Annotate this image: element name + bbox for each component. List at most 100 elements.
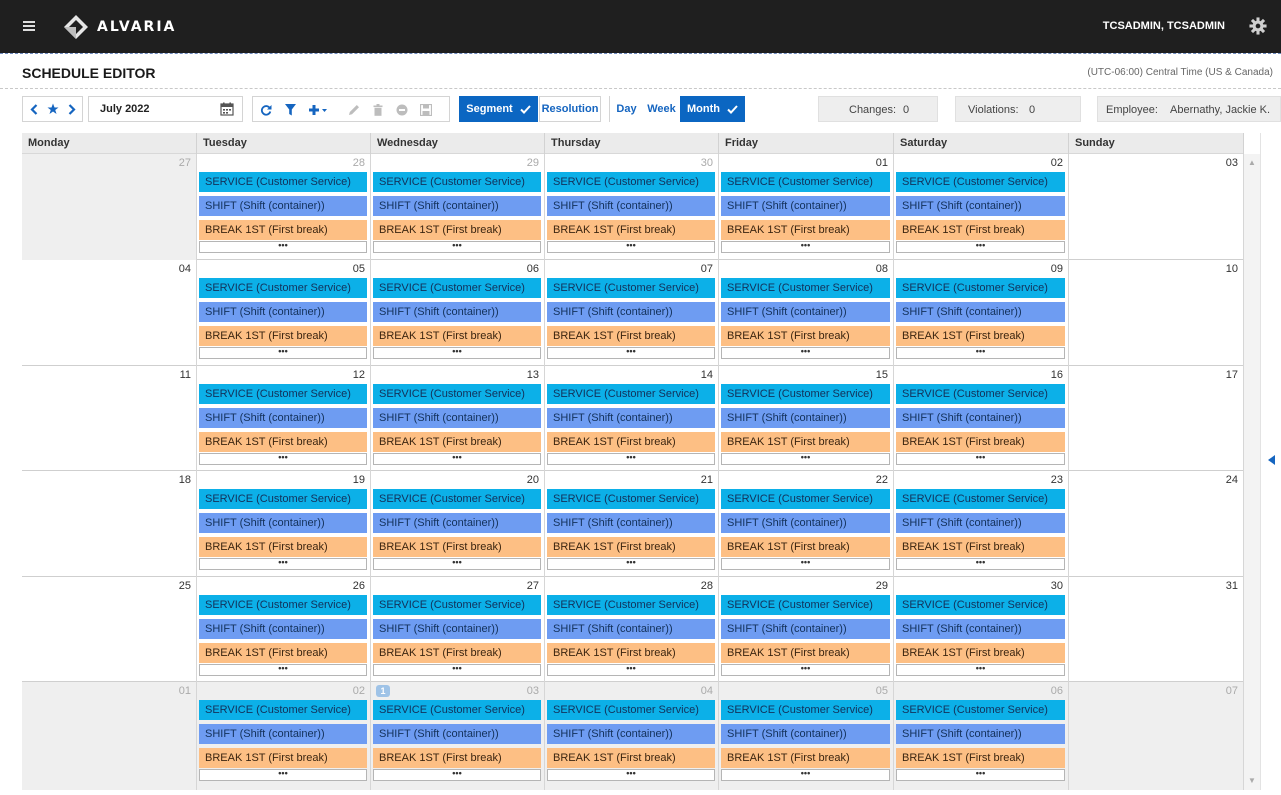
day-cell[interactable]: 15 SERVICE (Customer Service) SHIFT (Shift… bbox=[719, 366, 894, 471]
menu-icon[interactable] bbox=[23, 19, 39, 35]
shift-segment[interactable]: SHIFT (Shift (container)) bbox=[373, 196, 541, 216]
break-segment[interactable]: BREAK 1ST (First break) bbox=[547, 537, 715, 557]
refresh-icon[interactable] bbox=[255, 97, 277, 123]
more-segments-button[interactable]: ••• bbox=[896, 347, 1065, 359]
shift-segment[interactable]: SHIFT (Shift (container)) bbox=[721, 513, 890, 533]
calendar-scrollbar[interactable]: ▲ ▼ bbox=[1244, 154, 1260, 790]
scroll-down-icon[interactable]: ▼ bbox=[1247, 776, 1257, 786]
day-cell[interactable]: 29 SERVICE (Customer Service) SHIFT (Shift… bbox=[719, 577, 894, 682]
more-segments-button[interactable]: ••• bbox=[373, 241, 541, 253]
more-segments-button[interactable]: ••• bbox=[373, 664, 541, 676]
shift-segment[interactable]: SHIFT (Shift (container)) bbox=[199, 619, 367, 639]
shift-segment[interactable]: SHIFT (Shift (container)) bbox=[721, 302, 890, 322]
shift-segment[interactable]: SHIFT (Shift (container)) bbox=[199, 724, 367, 744]
day-cell[interactable]: 14 SERVICE (Customer Service) SHIFT (Shift… bbox=[545, 366, 719, 471]
day-cell[interactable]: 12 SERVICE (Customer Service) SHIFT (Shift… bbox=[197, 366, 371, 471]
day-cell[interactable]: 05 SERVICE (Customer Service) SHIFT (Shift… bbox=[719, 682, 894, 790]
break-segment[interactable]: BREAK 1ST (First break) bbox=[547, 432, 715, 452]
service-segment[interactable]: SERVICE (Customer Service) bbox=[896, 700, 1065, 720]
day-cell[interactable]: 27 bbox=[22, 154, 197, 260]
day-cell[interactable]: 18 bbox=[22, 471, 197, 577]
shift-segment[interactable]: SHIFT (Shift (container)) bbox=[373, 724, 541, 744]
day-cell[interactable]: 06 SERVICE (Customer Service) SHIFT (Shift… bbox=[371, 260, 545, 366]
service-segment[interactable]: SERVICE (Customer Service) bbox=[373, 700, 541, 720]
service-segment[interactable]: SERVICE (Customer Service) bbox=[547, 278, 715, 298]
service-segment[interactable]: SERVICE (Customer Service) bbox=[199, 384, 367, 404]
service-segment[interactable]: SERVICE (Customer Service) bbox=[199, 489, 367, 509]
shift-segment[interactable]: SHIFT (Shift (container)) bbox=[721, 724, 890, 744]
add-icon[interactable] bbox=[303, 97, 333, 123]
shift-segment[interactable]: SHIFT (Shift (container)) bbox=[547, 302, 715, 322]
service-segment[interactable]: SERVICE (Customer Service) bbox=[199, 595, 367, 615]
day-cell[interactable]: 30 SERVICE (Customer Service) SHIFT (Shift… bbox=[545, 154, 719, 260]
more-segments-button[interactable]: ••• bbox=[199, 664, 367, 676]
day-number[interactable]: 06 bbox=[527, 263, 539, 275]
break-segment[interactable]: BREAK 1ST (First break) bbox=[721, 220, 890, 240]
day-number[interactable]: 16 bbox=[1051, 369, 1063, 381]
more-segments-button[interactable]: ••• bbox=[721, 347, 890, 359]
service-segment[interactable]: SERVICE (Customer Service) bbox=[721, 172, 890, 192]
day-view-button[interactable]: Day bbox=[610, 96, 643, 122]
break-segment[interactable]: BREAK 1ST (First break) bbox=[721, 537, 890, 557]
break-segment[interactable]: BREAK 1ST (First break) bbox=[721, 432, 890, 452]
shift-segment[interactable]: SHIFT (Shift (container)) bbox=[547, 196, 715, 216]
day-cell[interactable]: 08 SERVICE (Customer Service) SHIFT (Shift… bbox=[719, 260, 894, 366]
day-number[interactable]: 29 bbox=[876, 580, 888, 592]
break-segment[interactable]: BREAK 1ST (First break) bbox=[721, 326, 890, 346]
break-segment[interactable]: BREAK 1ST (First break) bbox=[896, 643, 1065, 663]
shift-segment[interactable]: SHIFT (Shift (container)) bbox=[547, 619, 715, 639]
day-number[interactable]: 03 bbox=[1226, 157, 1238, 169]
day-cell[interactable]: 30 SERVICE (Customer Service) SHIFT (Shift… bbox=[894, 577, 1069, 682]
day-cell[interactable]: 02 SERVICE (Customer Service) SHIFT (Shift… bbox=[894, 154, 1069, 260]
day-number[interactable]: 05 bbox=[876, 685, 888, 697]
break-segment[interactable]: BREAK 1ST (First break) bbox=[199, 432, 367, 452]
day-cell[interactable]: 06 SERVICE (Customer Service) SHIFT (Shift… bbox=[894, 682, 1069, 790]
day-number[interactable]: 14 bbox=[701, 369, 713, 381]
day-number[interactable]: 19 bbox=[353, 474, 365, 486]
day-cell[interactable]: 10 bbox=[1069, 260, 1244, 366]
service-segment[interactable]: SERVICE (Customer Service) bbox=[199, 172, 367, 192]
day-cell[interactable]: 07 bbox=[1069, 682, 1244, 790]
day-cell[interactable]: 11 bbox=[22, 366, 197, 471]
more-segments-button[interactable]: ••• bbox=[373, 558, 541, 570]
save-icon[interactable] bbox=[415, 97, 437, 123]
more-segments-button[interactable]: ••• bbox=[547, 241, 715, 253]
service-segment[interactable]: SERVICE (Customer Service) bbox=[721, 278, 890, 298]
day-cell[interactable]: 02 SERVICE (Customer Service) SHIFT (Shift… bbox=[197, 682, 371, 790]
day-number[interactable]: 02 bbox=[353, 685, 365, 697]
service-segment[interactable]: SERVICE (Customer Service) bbox=[373, 595, 541, 615]
shift-segment[interactable]: SHIFT (Shift (container)) bbox=[373, 302, 541, 322]
break-segment[interactable]: BREAK 1ST (First break) bbox=[547, 643, 715, 663]
day-number[interactable]: 04 bbox=[179, 263, 191, 275]
more-segments-button[interactable]: ••• bbox=[721, 769, 890, 781]
break-segment[interactable]: BREAK 1ST (First break) bbox=[373, 220, 541, 240]
shift-segment[interactable]: SHIFT (Shift (container)) bbox=[199, 513, 367, 533]
break-segment[interactable]: BREAK 1ST (First break) bbox=[373, 537, 541, 557]
more-segments-button[interactable]: ••• bbox=[199, 769, 367, 781]
alvaria-logo[interactable]: ALVARIA bbox=[63, 14, 176, 40]
week-view-button[interactable]: Week bbox=[643, 96, 680, 122]
break-segment[interactable]: BREAK 1ST (First break) bbox=[199, 643, 367, 663]
day-number[interactable]: 13 bbox=[527, 369, 539, 381]
resolution-view-button[interactable]: Resolution bbox=[539, 96, 601, 122]
day-number[interactable]: 27 bbox=[527, 580, 539, 592]
day-number[interactable]: 29 bbox=[527, 157, 539, 169]
shift-segment[interactable]: SHIFT (Shift (container)) bbox=[373, 619, 541, 639]
cancel-icon[interactable] bbox=[391, 97, 413, 123]
more-segments-button[interactable]: ••• bbox=[373, 453, 541, 465]
user-name[interactable]: TCSADMIN, TCSADMIN bbox=[1103, 0, 1225, 53]
shift-segment[interactable]: SHIFT (Shift (container)) bbox=[896, 513, 1065, 533]
shift-segment[interactable]: SHIFT (Shift (container)) bbox=[896, 724, 1065, 744]
more-segments-button[interactable]: ••• bbox=[896, 558, 1065, 570]
chevron-right-icon[interactable] bbox=[62, 97, 82, 121]
day-cell[interactable]: 28 SERVICE (Customer Service) SHIFT (Shift… bbox=[197, 154, 371, 260]
break-segment[interactable]: BREAK 1ST (First break) bbox=[373, 748, 541, 768]
day-number[interactable]: 15 bbox=[876, 369, 888, 381]
day-number[interactable]: 05 bbox=[353, 263, 365, 275]
month-view-button[interactable]: Month bbox=[680, 96, 745, 122]
break-segment[interactable]: BREAK 1ST (First break) bbox=[896, 537, 1065, 557]
day-cell[interactable]: 01 bbox=[22, 682, 197, 790]
break-segment[interactable]: BREAK 1ST (First break) bbox=[199, 537, 367, 557]
service-segment[interactable]: SERVICE (Customer Service) bbox=[896, 278, 1065, 298]
service-segment[interactable]: SERVICE (Customer Service) bbox=[373, 489, 541, 509]
